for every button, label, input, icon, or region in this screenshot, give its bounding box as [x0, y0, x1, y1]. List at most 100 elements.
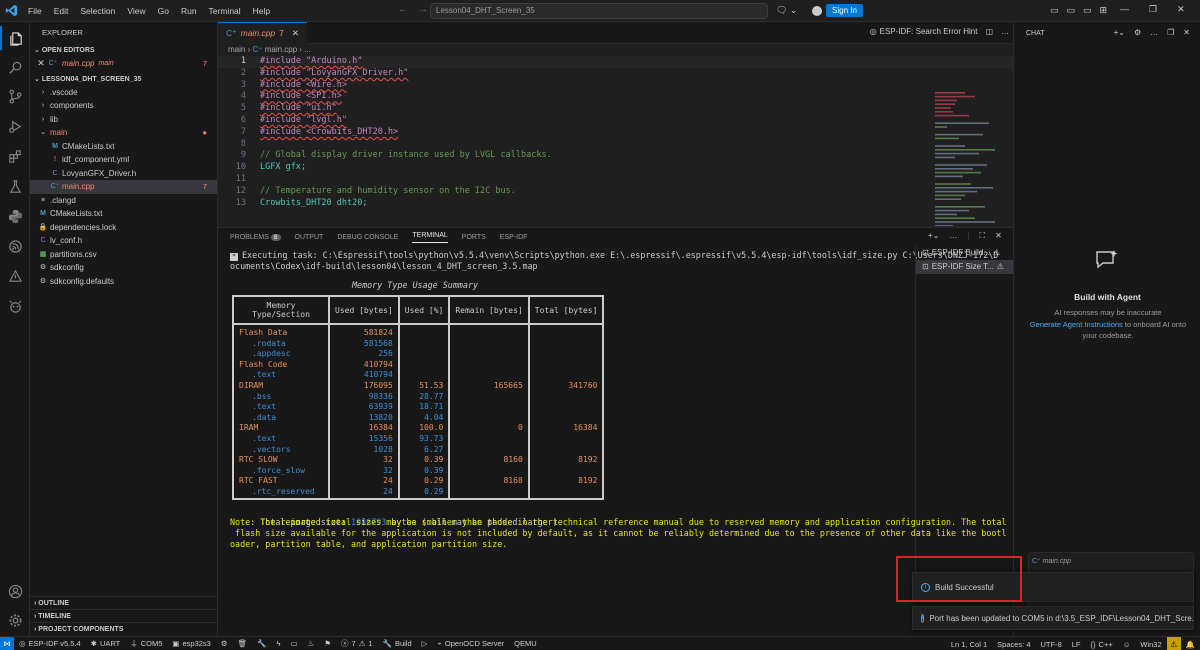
esp-idf-icon[interactable]	[0, 234, 30, 258]
accounts-icon[interactable]	[0, 579, 30, 603]
menu-edit[interactable]: Edit	[48, 0, 75, 22]
tree-item-sdkconfig[interactable]: ⚙ sdkconfig	[30, 261, 217, 275]
status-indentation[interactable]: Spaces: 4	[992, 640, 1035, 649]
status-uart[interactable]: ✱ UART	[86, 639, 126, 648]
status-cursor-position[interactable]: Ln 1, Col 1	[946, 640, 992, 649]
extensions-icon[interactable]	[0, 144, 30, 168]
tree-item-root-cmakelists[interactable]: M CMakeLists.txt	[30, 207, 217, 221]
tab-terminal[interactable]: TERMINAL	[412, 232, 448, 243]
status-flash[interactable]: ϟ	[271, 639, 285, 648]
source-control-icon[interactable]	[0, 84, 30, 108]
breadcrumb-file[interactable]: main.cpp	[265, 45, 297, 54]
terminal-item-build[interactable]: ⊡ ESP-IDF Build... ⚠	[916, 246, 1013, 260]
back-arrow-icon[interactable]: ←	[398, 4, 408, 15]
esp-idf-search-error-hint[interactable]: ◎ ESP-IDF: Search Error Hint	[870, 27, 978, 36]
minimap[interactable]	[933, 90, 1009, 226]
more-actions-icon[interactable]: …	[1001, 27, 1009, 36]
status-run[interactable]: ▷	[417, 639, 433, 648]
breadcrumb-symbol[interactable]: ...	[304, 45, 311, 54]
tree-item-dependencies-lock[interactable]: 🔒 dependencies.lock	[30, 221, 217, 235]
menu-run[interactable]: Run	[175, 0, 203, 22]
gear-icon[interactable]: ⚙	[1134, 28, 1141, 37]
status-notifications[interactable]: 🔔	[1181, 640, 1200, 649]
outline-section[interactable]: › OUTLINE	[30, 596, 218, 609]
remote-explorer-icon[interactable]	[0, 264, 30, 288]
status-monitor[interactable]: ▭	[285, 639, 302, 648]
status-esp-idf-version[interactable]: ◎ ESP-IDF v5.5.4	[14, 639, 86, 648]
tree-item-lib[interactable]: › lib	[30, 113, 217, 127]
status-qemu[interactable]: QEMU	[509, 639, 542, 648]
tree-item-components[interactable]: › components	[30, 99, 217, 113]
open-editors-header[interactable]: ⌄ OPEN EDITORS	[30, 44, 217, 57]
chat-attachment[interactable]: C⁺ main.cpp	[1032, 557, 1071, 565]
status-problems[interactable]: ⓧ 7 ⚠ 1	[336, 638, 378, 649]
status-copilot[interactable]: ☺	[1118, 640, 1136, 649]
restore-icon[interactable]: ❐	[1149, 4, 1157, 15]
status-build[interactable]: 🔧 Build	[378, 639, 417, 648]
toggle-panel-icon[interactable]: ▭	[1067, 5, 1076, 16]
menu-terminal[interactable]: Terminal	[203, 0, 247, 22]
sign-in-button[interactable]: Sign In	[826, 4, 863, 17]
generate-instructions-link[interactable]: Generate Agent Instructions	[1030, 320, 1123, 329]
status-platform[interactable]: Win32	[1135, 640, 1166, 649]
status-build-wrench[interactable]: 🔧	[252, 639, 271, 648]
menu-selection[interactable]: Selection	[74, 0, 121, 22]
platformio-alien-icon[interactable]	[0, 294, 30, 318]
tree-item-main-cmakelists[interactable]: M CMakeLists.txt	[30, 140, 217, 154]
tab-debug-console[interactable]: DEBUG CONSOLE	[337, 234, 398, 241]
testing-flask-icon[interactable]	[0, 174, 30, 198]
tree-item-clangd[interactable]: ≡ .clangd	[30, 194, 217, 208]
close-panel-icon[interactable]: ✕	[995, 231, 1002, 241]
forward-arrow-icon[interactable]: →	[418, 4, 428, 15]
close-window-icon[interactable]: ✕	[1177, 4, 1185, 15]
more-actions-icon[interactable]: …	[949, 231, 957, 241]
status-language[interactable]: {} C++	[1086, 640, 1118, 649]
tree-item-lv-conf[interactable]: Clv_conf.h	[30, 234, 217, 248]
close-icon[interactable]: ✕	[1183, 28, 1190, 37]
terminal-output[interactable]: * Executing task: C:\Espressif\tools\pyth…	[218, 250, 1007, 595]
maximize-panel-icon[interactable]: ⛶	[979, 231, 985, 241]
open-editor-item[interactable]: ✕ C⁺ main.cpp main 7	[30, 57, 217, 71]
breadcrumb-folder[interactable]: main	[228, 45, 245, 54]
terminal-item-size[interactable]: ⊡ ESP-IDF Size T... ⚠	[916, 260, 1013, 274]
project-folder-header[interactable]: ⌄ LESSON04_DHT_SCREEN_35	[30, 73, 217, 86]
copilot-chat-icon[interactable]: 🗨 ⌄	[776, 5, 797, 16]
toggle-primary-sidebar-icon[interactable]: ▭	[1050, 5, 1059, 16]
explorer-icon[interactable]	[0, 26, 30, 50]
status-menuconfig[interactable]: ⚙	[216, 639, 233, 648]
tree-item-main-folder[interactable]: ⌄ main ●	[30, 126, 217, 140]
tab-ports[interactable]: PORTS	[462, 234, 486, 241]
more-actions-icon[interactable]: …	[1150, 28, 1158, 37]
status-clean[interactable]: 🗑	[233, 639, 253, 648]
maximize-icon[interactable]: ❐	[1167, 28, 1174, 37]
new-terminal-icon[interactable]: +⌄	[928, 231, 939, 241]
status-encoding[interactable]: UTF-8	[1036, 640, 1067, 649]
tree-item-partitions-csv[interactable]: ▦ partitions.csv	[30, 248, 217, 262]
tree-item-vscode[interactable]: › .vscode	[30, 86, 217, 100]
menu-help[interactable]: Help	[247, 0, 276, 22]
status-flame[interactable]: ♨	[303, 639, 320, 648]
split-editor-icon[interactable]: ◫	[985, 27, 993, 36]
status-openocd[interactable]: ⌁ OpenOCD Server	[432, 639, 509, 648]
tree-item-main-cpp[interactable]: C⁺ main.cpp 7	[30, 180, 217, 194]
status-eol[interactable]: LF	[1067, 640, 1086, 649]
project-components-section[interactable]: › PROJECT COMPONENTS	[30, 622, 218, 635]
status-debug[interactable]: ⚑	[319, 639, 336, 648]
search-icon[interactable]	[0, 55, 30, 79]
tab-output[interactable]: OUTPUT	[295, 234, 324, 241]
tab-esp-idf[interactable]: ESP-IDF	[500, 234, 528, 241]
remote-indicator-icon[interactable]: ⋈	[0, 636, 14, 650]
minimize-icon[interactable]: —	[1120, 4, 1129, 15]
code-editor[interactable]: 1 #include "Arduino.h" 2 #include "LovyanGF…	[218, 56, 1013, 226]
tab-problems[interactable]: PROBLEMS 8	[230, 233, 281, 241]
tree-item-sdkconfig-defaults[interactable]: ⚙ sdkconfig.defaults	[30, 275, 217, 289]
python-icon[interactable]	[0, 204, 30, 228]
port-updated-notification[interactable]: i Port has been updated to COM5 in d:\3.…	[912, 606, 1194, 630]
tree-item-lovyangfx-driver[interactable]: C LovyanGFX_Driver.h	[30, 167, 217, 181]
tree-item-idf-component-yml[interactable]: ! idf_component.yml	[30, 153, 217, 167]
menu-view[interactable]: View	[121, 0, 151, 22]
close-icon[interactable]: ✕	[292, 28, 299, 39]
timeline-section[interactable]: › TIMELINE	[30, 609, 218, 622]
run-debug-icon[interactable]	[0, 114, 30, 138]
status-warning-icon[interactable]: ⚠	[1166, 637, 1181, 650]
